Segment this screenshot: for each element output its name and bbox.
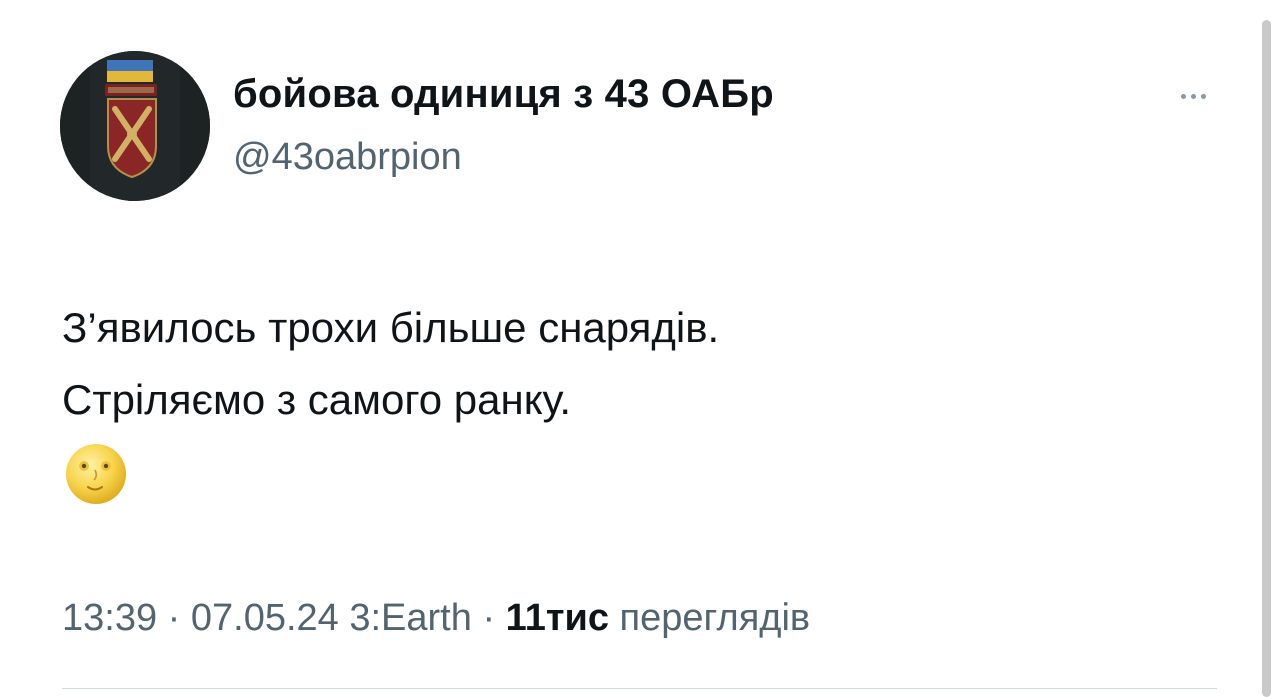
tweet-source: 3:Earth [349, 597, 472, 639]
tweet-time[interactable]: 13:39 [62, 597, 157, 639]
more-horizontal-icon [1200, 93, 1206, 99]
views-label: переглядів [619, 597, 811, 639]
tweet-text-line: Стріляємо з самого ранку. [62, 376, 572, 423]
tweet-metadata: 13:39 · 07.05.24 3:Earth · 11тис перегля… [62, 597, 810, 640]
divider [62, 688, 1217, 689]
tweet-text-line: З’явилось трохи більше снарядів. [62, 304, 720, 351]
scrollbar[interactable] [1262, 20, 1271, 697]
tweet-date[interactable]: 07.05.24 [191, 597, 339, 639]
tweet-card: бойова одиниця з 43 ОАБр @43oabrpion З’я… [0, 0, 1280, 697]
avatar[interactable] [60, 51, 210, 201]
more-horizontal-icon [1190, 93, 1196, 99]
more-options-button[interactable] [1168, 82, 1218, 110]
meta-separator: · [157, 597, 191, 639]
full-moon-face-icon [66, 444, 126, 504]
views-count[interactable]: 11тис [506, 597, 609, 639]
tweet-text: З’явилось трохи більше снарядів. Стріляє… [62, 292, 719, 436]
meta-separator: · [471, 597, 506, 639]
more-horizontal-icon [1180, 93, 1186, 99]
author-handle[interactable]: @43oabrpion [233, 136, 462, 179]
avatar-image [60, 51, 210, 201]
author-display-name[interactable]: бойова одиниця з 43 ОАБр [233, 72, 774, 117]
